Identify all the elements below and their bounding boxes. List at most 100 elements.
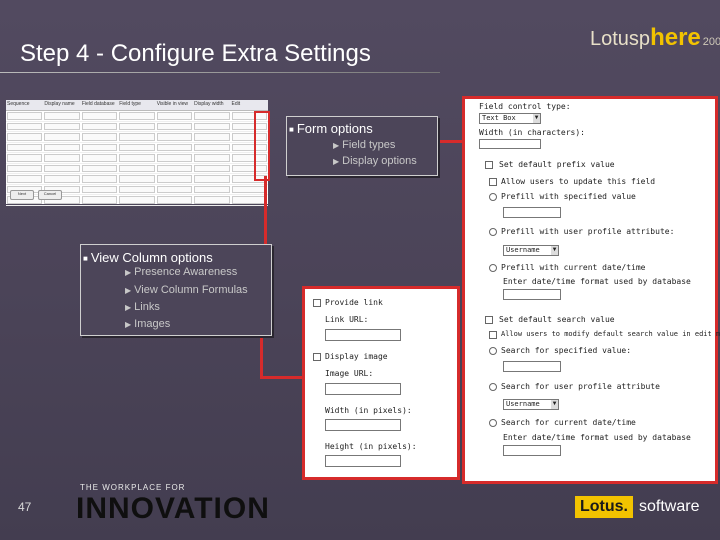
grid-cell[interactable] [7,175,43,183]
grid-cell[interactable] [81,122,118,130]
prefill-profile-select[interactable]: Username ▼ [503,245,559,256]
table-row [6,132,268,143]
grid-header-cell: Edit [231,101,241,107]
grid-cell[interactable] [44,143,80,151]
grid-cell[interactable] [194,164,230,172]
grid-cell[interactable] [119,175,155,183]
grid-cell[interactable] [119,122,155,130]
search-specified-input[interactable] [503,361,561,372]
grid-button[interactable]: Cancel [38,190,62,200]
search-datetime-format-input[interactable] [503,445,561,456]
grid-cell[interactable] [156,133,193,141]
form-options-callout: ■ Form options ▶ Field types ▶ Display opti… [286,116,438,176]
search-profile-label: Search for user profile attribute [501,382,660,391]
grid-cell[interactable] [156,196,193,204]
allow-modify-label: Allow users to modify default search val… [501,330,720,338]
lotusphere-logo: Lotusphere2004 [590,24,720,52]
grid-cell[interactable] [7,154,43,162]
grid-cell[interactable] [119,185,155,193]
grid-cell[interactable] [44,133,80,141]
grid-header-cell: Display width [194,101,224,107]
search-specified-label: Search for specified value: [501,346,632,355]
grid-cell[interactable] [44,164,80,172]
grid-cell[interactable] [81,112,118,120]
prefill-datetime-radio[interactable] [489,264,497,272]
grid-cell[interactable] [7,133,43,141]
grid-cell[interactable] [81,143,118,151]
grid-cell[interactable] [156,175,193,183]
view-column-item: ▶ Presence Awareness [125,266,238,278]
grid-cell[interactable] [44,175,80,183]
grid-header-cell: Display name [44,101,75,107]
column-config-grid: Sequence Display name Field database Field … [6,100,268,206]
grid-cell[interactable] [119,196,155,204]
grid-cell[interactable] [119,164,155,172]
grid-cell[interactable] [119,112,155,120]
table-row [6,164,268,174]
grid-cell[interactable] [119,154,155,162]
grid-cell[interactable] [7,143,43,151]
allow-modify-checkbox[interactable] [489,331,497,339]
grid-cell[interactable] [81,185,118,193]
grid-cell[interactable] [194,122,230,130]
datetime-format-label: Enter date/time format used by database [503,277,691,286]
grid-cell[interactable] [119,133,155,141]
grid-cell[interactable] [194,175,230,183]
grid-cell[interactable] [81,154,118,162]
allow-update-checkbox[interactable] [489,178,497,186]
grid-cell[interactable] [194,112,230,120]
display-image-checkbox[interactable] [313,353,321,361]
width-input[interactable] [479,139,541,149]
grid-cell[interactable] [231,185,267,193]
grid-cell[interactable] [231,196,267,204]
grid-cell[interactable] [7,122,43,130]
field-control-select[interactable]: Text Box ▼ [479,113,541,124]
provide-link-checkbox[interactable] [313,299,321,307]
grid-cell[interactable] [156,143,193,151]
grid-cell[interactable] [194,196,230,204]
grid-cell[interactable] [7,164,43,172]
table-row [6,153,268,164]
search-value-checkbox[interactable] [485,316,493,324]
grid-cell[interactable] [7,112,43,120]
grid-cell[interactable] [81,133,118,141]
grid-cell[interactable] [156,185,193,193]
form-options-heading: ■ Form options [289,121,373,136]
image-height-input[interactable] [325,455,401,467]
link-url-input[interactable] [325,329,401,341]
grid-cell[interactable] [194,185,230,193]
prefill-profile-label: Prefill with user profile attribute: [501,227,675,236]
grid-cell[interactable] [44,154,80,162]
search-datetime-radio[interactable] [489,419,497,427]
innovation-wordmark: INNOVATION [76,492,270,525]
grid-cell[interactable] [156,122,193,130]
grid-cell[interactable] [156,154,193,162]
logo-accent: here [650,24,701,51]
grid-cell[interactable] [119,143,155,151]
lotus-software-logo: Lotus. software [575,494,699,520]
prefill-value-input[interactable] [503,207,561,218]
grid-cell[interactable] [194,133,230,141]
image-url-input[interactable] [325,383,401,395]
grid-cell[interactable] [44,112,80,120]
grid-button[interactable]: Next [10,190,34,200]
grid-cell[interactable] [81,175,118,183]
search-value-label: Set default search value [499,315,615,324]
grid-cell[interactable] [156,164,193,172]
datetime-format-input[interactable] [503,289,561,300]
grid-cell[interactable] [81,196,118,204]
table-row [6,143,268,153]
prefill-profile-radio[interactable] [489,228,497,236]
search-profile-radio[interactable] [489,383,497,391]
grid-cell[interactable] [194,154,230,162]
prefill-value-radio[interactable] [489,193,497,201]
grid-cell[interactable] [44,122,80,130]
search-profile-select[interactable]: Username ▼ [503,399,559,410]
image-width-input[interactable] [325,419,401,431]
grid-cell[interactable] [194,143,230,151]
search-specified-radio[interactable] [489,347,497,355]
set-default-checkbox[interactable] [485,161,493,169]
grid-cell[interactable] [81,164,118,172]
grid-cell[interactable] [156,112,193,120]
grid-header-cell: Sequence [7,101,30,107]
